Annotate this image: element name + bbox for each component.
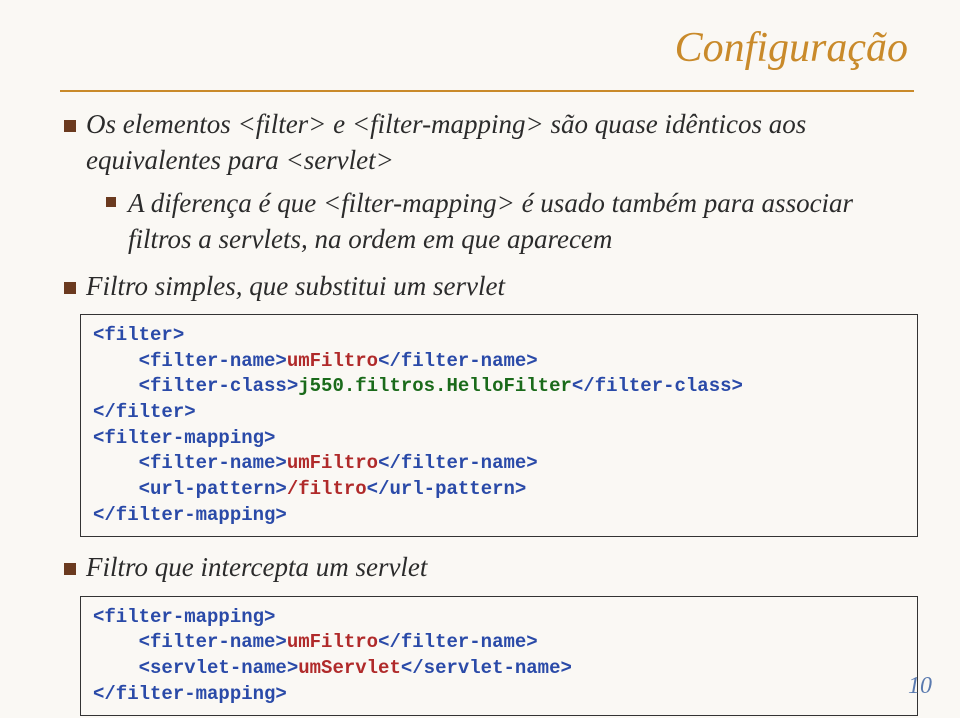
code: </filter-mapping>	[93, 504, 287, 526]
title-underline	[60, 90, 914, 92]
code: umFiltro	[287, 452, 378, 474]
slide: Configuração Os elementos <filter> e <fi…	[0, 0, 960, 718]
bullet-list: Os elementos <filter> e <filter-mapping>…	[60, 106, 918, 304]
code: <filter-class>	[93, 375, 298, 397]
code: </servlet-name>	[401, 657, 572, 679]
code: </url-pattern>	[367, 478, 527, 500]
txt: e	[326, 109, 351, 139]
bullet-2: Filtro simples, que substitui um servlet	[60, 268, 918, 304]
code: </filter-name>	[378, 350, 538, 372]
code: <filter-name>	[93, 631, 287, 653]
code-block-1: <filter> <filter-name>umFiltro</filter-n…	[80, 314, 918, 537]
sub-bullet-1-text: A diferença é que <filter-mapping> é usa…	[128, 185, 918, 258]
code: <url-pattern>	[93, 478, 287, 500]
tag-filter-mapping: <filter-mapping>	[352, 109, 544, 139]
code: j550.filtros.HelloFilter	[298, 375, 572, 397]
bullet-list-2: Filtro que intercepta um servlet	[60, 549, 918, 585]
code: umServlet	[298, 657, 401, 679]
code: </filter>	[93, 401, 196, 423]
code: </filter-class>	[572, 375, 743, 397]
tag-filter-mapping: <filter-mapping>	[323, 188, 515, 218]
bullet-1-text: Os elementos <filter> e <filter-mapping>…	[86, 106, 918, 179]
code: /filtro	[287, 478, 367, 500]
txt: A diferença é que	[128, 188, 323, 218]
code: <filter-name>	[93, 452, 287, 474]
tag-servlet: <servlet>	[285, 145, 393, 175]
page-number: 10	[908, 673, 932, 700]
sub-bullet-1: A diferença é que <filter-mapping> é usa…	[106, 185, 918, 258]
code: <servlet-name>	[93, 657, 298, 679]
bullet-1: Os elementos <filter> e <filter-mapping>…	[60, 106, 918, 258]
code: <filter-mapping>	[93, 606, 275, 628]
code: <filter-name>	[93, 350, 287, 372]
slide-title: Configuração	[60, 24, 918, 72]
code-block-2: <filter-mapping> <filter-name>umFiltro</…	[80, 596, 918, 717]
bullet-2-text: Filtro simples, que substitui um servlet	[86, 268, 918, 304]
code: </filter-name>	[378, 452, 538, 474]
code: </filter-name>	[378, 631, 538, 653]
code: </filter-mapping>	[93, 683, 287, 705]
bullet-3-text: Filtro que intercepta um servlet	[86, 549, 918, 585]
code: umFiltro	[287, 631, 378, 653]
code: umFiltro	[287, 350, 378, 372]
tag-filter: <filter>	[237, 109, 326, 139]
bullet-3: Filtro que intercepta um servlet	[60, 549, 918, 585]
sub-list-1: A diferença é que <filter-mapping> é usa…	[106, 185, 918, 258]
code: <filter-mapping>	[93, 427, 275, 449]
code: <filter>	[93, 324, 184, 346]
txt: Os elementos	[86, 109, 237, 139]
